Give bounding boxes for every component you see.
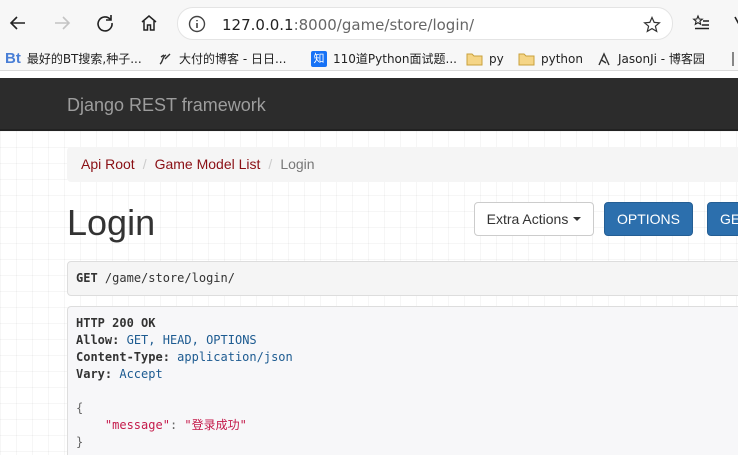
breadcrumb-separator: / — [142, 156, 147, 172]
caret-down-icon — [573, 217, 582, 221]
navbar: Django REST framework — [0, 78, 738, 131]
favorite-star-icon[interactable] — [642, 15, 662, 35]
forward-arrow-icon — [55, 16, 71, 30]
bookmarks-bar: Bt 最好的BT搜索,种子... 大付的博客 - 日日... 知 110道Pyt… — [0, 46, 738, 71]
home-button[interactable] — [134, 8, 164, 38]
json-value: "登录成功" — [184, 418, 247, 432]
response-status: HTTP 200 OK — [76, 316, 156, 330]
bookmark-label: JasonJi - 博客园 — [618, 52, 705, 66]
header-name: Vary: — [76, 367, 113, 381]
options-button[interactable]: OPTIONS — [604, 202, 693, 236]
info-icon[interactable] — [187, 14, 207, 34]
bookmark-label: 大付的博客 - 日日... — [179, 52, 287, 66]
bookmark-label: python — [541, 51, 583, 66]
extra-actions-label: Extra Actions — [486, 211, 569, 227]
back-arrow-icon — [9, 16, 25, 30]
page-title: Login — [67, 202, 156, 243]
request-path: /game/store/login/ — [104, 271, 235, 285]
collections-icon — [734, 16, 738, 25]
bookmark-label: 110道Python面试题... — [333, 52, 457, 66]
breadcrumb-api-root[interactable]: Api Root — [81, 156, 135, 172]
url-path: :8000/game/store/login/ — [293, 16, 475, 34]
json-close-brace: } — [76, 435, 84, 449]
address-bar[interactable]: 127.0.0.1:8000/game/store/login/ — [177, 7, 673, 40]
get-button[interactable]: GET — [707, 202, 738, 236]
bookmark-bt-search[interactable]: Bt 最好的BT搜索,种子... — [5, 49, 142, 68]
url-text[interactable]: 127.0.0.1:8000/game/store/login/ — [222, 16, 474, 34]
bt-icon: Bt — [5, 50, 21, 67]
main-content: Api Root / Game Model List / Login Login Ext… — [0, 131, 738, 455]
back-button[interactable] — [3, 8, 33, 38]
refresh-button[interactable] — [90, 8, 120, 38]
bookmark-python-interview[interactable]: 知 110道Python面试题... — [311, 49, 457, 68]
breadcrumb-game-model-list[interactable]: Game Model List — [155, 156, 261, 172]
bookmark-jasonji-cnblogs[interactable]: JasonJi - 博客园 — [596, 49, 705, 68]
favorites-button[interactable] — [686, 8, 716, 38]
request-method: GET — [76, 271, 98, 285]
folder-icon — [466, 53, 483, 65]
response-info: HTTP 200 OK Allow: GET, HEAD, OPTIONS Co… — [67, 306, 738, 455]
request-info: GET /game/store/login/ — [67, 261, 738, 296]
bookmark-label: 最好的BT搜索,种子... — [26, 52, 142, 66]
breadcrumb-separator: / — [268, 156, 273, 172]
bookmark-folder-py[interactable]: py — [466, 49, 504, 68]
header-value: application/json — [177, 350, 293, 364]
get-label: GET — [720, 211, 738, 227]
breadcrumb: Api Root / Game Model List / Login — [67, 147, 738, 182]
forward-button[interactable] — [47, 8, 77, 38]
options-label: OPTIONS — [616, 211, 680, 227]
refresh-icon — [97, 15, 113, 32]
home-icon — [141, 15, 157, 31]
folder-icon — [518, 53, 535, 65]
bookmark-label: py — [489, 51, 504, 66]
url-host: 127.0.0.1 — [222, 16, 294, 34]
json-colon: : — [169, 418, 178, 432]
json-key: "message" — [104, 418, 170, 432]
cnblogs-icon — [598, 51, 610, 65]
collections-button[interactable] — [726, 8, 738, 38]
breadcrumb-current: Login — [280, 156, 315, 172]
favorites-list-icon — [692, 14, 709, 30]
bookmark-folder-python[interactable]: python — [518, 49, 583, 68]
bookmark-dafu-blog[interactable]: 大付的博客 - 日日... — [157, 49, 286, 68]
json-open-brace: { — [76, 401, 84, 415]
navbar-brand[interactable]: Django REST framework — [67, 95, 266, 116]
header-value: Accept — [119, 367, 163, 381]
browser-toolbar: 127.0.0.1:8000/game/store/login/ — [0, 0, 738, 46]
bookmarks-overflow-icon[interactable] — [728, 50, 738, 68]
header-name: Content-Type: — [76, 350, 170, 364]
extra-actions-button[interactable]: Extra Actions — [474, 202, 594, 236]
zhihu-icon: 知 — [311, 50, 327, 67]
blog-icon — [159, 53, 171, 65]
header-value: GET, HEAD, OPTIONS — [126, 333, 257, 347]
header-name: Allow: — [76, 333, 120, 347]
